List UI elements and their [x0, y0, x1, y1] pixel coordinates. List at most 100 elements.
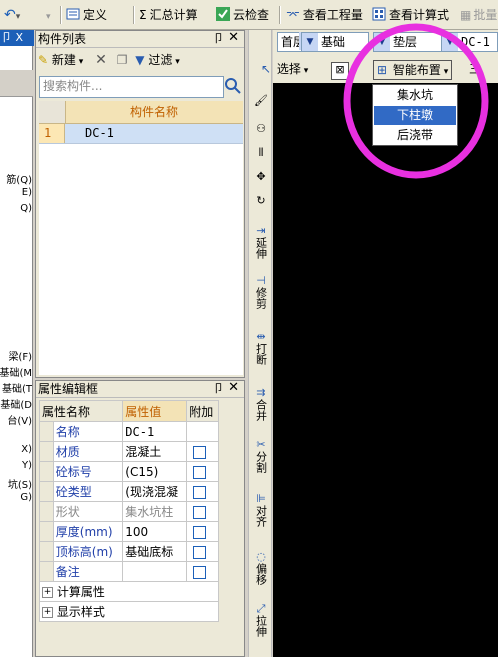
tree-item[interactable]: 坑(S)	[8, 476, 32, 491]
property-name: 厚度(mm)	[52, 521, 124, 542]
pin-icon[interactable]: 卩	[213, 381, 224, 397]
break-icon: ⇹	[256, 330, 266, 343]
delete-icon[interactable]: ✕	[95, 52, 107, 68]
table-row[interactable]: 砼类型 (现浇混凝	[39, 481, 219, 502]
extra-checkbox[interactable]	[193, 565, 207, 579]
property-value[interactable]: 100	[122, 521, 188, 542]
property-value[interactable]: 集水坑柱	[122, 501, 188, 522]
component-list-panel: 构件列表 卩 ✕ ✎ 新建 ▾ ✕ ❐ ▼ 过滤 ▾ 搜索构件... 构件名称 …	[35, 30, 245, 378]
new-button[interactable]: ✎ 新建 ▾	[38, 53, 87, 67]
column-header-component-name[interactable]: 构件名称	[65, 101, 243, 123]
highlight-ring	[343, 23, 489, 179]
table-row[interactable]: 1 DC-1	[39, 124, 243, 144]
property-value[interactable]: (现浇混凝	[122, 481, 188, 502]
table-row[interactable]: 砼标号 (C15)	[39, 461, 219, 482]
offset-button[interactable]: ◌ 偏移	[249, 550, 273, 588]
sum-calc-label: 汇总计算	[149, 8, 198, 22]
component-search-input[interactable]: 搜索构件...	[39, 76, 224, 98]
property-table: 属性名称 属性值 附加 名称 DC-1 材质 混凝土 砼标号 (C15) 砼类型…	[38, 400, 219, 622]
tree-item[interactable]: X)	[21, 444, 32, 455]
select-label: 选择	[276, 62, 301, 76]
extra-checkbox[interactable]	[193, 525, 207, 539]
tree-item[interactable]: 基础(T	[2, 380, 32, 395]
property-name: 砼类型	[52, 481, 124, 502]
cloud-check-button[interactable]: 云检查	[216, 6, 269, 24]
undo-button[interactable]: ↶▾	[4, 6, 20, 24]
tree-item[interactable]: Q)	[20, 203, 32, 214]
close-icon[interactable]: ✕	[228, 380, 239, 396]
property-value[interactable]: (C15)	[122, 461, 188, 482]
undo-icon: ↶	[4, 7, 16, 23]
move-icon[interactable]: ✥	[249, 170, 273, 183]
trim-button[interactable]: ⊣ 修剪	[249, 274, 273, 312]
define-icon	[66, 7, 80, 21]
extend-label: 延伸	[254, 237, 268, 259]
break-button[interactable]: ⇹ 打断	[249, 330, 273, 368]
pin-icon[interactable]: 卩	[213, 31, 224, 47]
split-button[interactable]: ✂ 分割	[249, 438, 273, 476]
table-row[interactable]: 名称 DC-1	[39, 421, 219, 442]
property-group-row[interactable]: + 显示样式	[39, 601, 219, 622]
tree-item[interactable]: E)	[22, 187, 32, 198]
filter-button[interactable]: ▼ 过滤 ▾	[135, 53, 179, 67]
tree-item[interactable]: 梁(F)	[8, 348, 32, 363]
property-group-row[interactable]: + 计算属性	[39, 581, 219, 602]
align-icon: ⊫	[256, 492, 266, 505]
select-button[interactable]: ↖ 选择 ▾	[261, 60, 308, 78]
row-index: 1	[39, 124, 65, 143]
property-value[interactable]: 基础底标	[122, 541, 188, 562]
align-label: 对齐	[254, 505, 268, 527]
extra-checkbox[interactable]	[193, 445, 207, 459]
property-name: 顶标高(m)	[52, 541, 124, 562]
table-row[interactable]: 顶标高(m) 基础底标	[39, 541, 219, 562]
tree-panel-toolbar	[0, 70, 33, 97]
tree-item[interactable]: 基础(D	[0, 396, 32, 411]
property-table-header: 属性名称 属性值 附加	[38, 400, 219, 422]
component-list-title-bar: 构件列表 卩 ✕	[36, 30, 244, 48]
expand-icon[interactable]: +	[42, 587, 53, 598]
extra-checkbox[interactable]	[193, 485, 207, 499]
tree-item[interactable]: Y)	[22, 460, 32, 471]
property-value[interactable]	[122, 561, 188, 582]
extra-checkbox[interactable]	[193, 505, 207, 519]
property-editor-title: 属性编辑框	[38, 382, 99, 396]
align-button[interactable]: ⊫ 对齐	[249, 492, 273, 530]
tree-item[interactable]: 筋(Q)	[6, 171, 32, 186]
close-icon[interactable]: ✕	[228, 30, 239, 46]
component-list-toolbar: ✎ 新建 ▾ ✕ ❐ ▼ 过滤 ▾	[38, 51, 180, 71]
expand-icon[interactable]: +	[42, 607, 53, 618]
property-value[interactable]: DC-1	[122, 421, 188, 442]
copy-tool-icon[interactable]: ⚇	[249, 122, 273, 135]
table-row[interactable]: 材质 混凝土	[39, 441, 219, 462]
merge-button[interactable]: ⇉ 合并	[249, 386, 273, 424]
tree-item[interactable]: 台(V)	[7, 412, 32, 427]
stretch-button[interactable]: ⤢ 拉伸	[249, 602, 273, 640]
break-label: 打断	[254, 343, 268, 365]
table-row[interactable]: 备注	[39, 561, 219, 582]
rotate-icon[interactable]: ↻	[249, 194, 273, 207]
vertical-edit-toolbar: 🖌 ⚇ ⫴ ✥ ↻ ⇥ 延伸 ⊣ 修剪 ⇹ 打断 ⇉ 合并 ✂ 分割 ⊫ 对齐 …	[248, 30, 272, 657]
define-label: 定义	[83, 8, 108, 22]
sum-calc-button[interactable]: Σ 汇总计算	[139, 6, 198, 24]
redo-dropdown-icon: ▾	[46, 12, 51, 22]
table-row[interactable]: 厚度(mm) 100	[39, 521, 219, 542]
tree-item[interactable]: 基础(M	[0, 364, 32, 379]
extend-icon: ⇥	[256, 224, 266, 237]
mirror-icon[interactable]: ⫴	[249, 146, 273, 159]
tree-item[interactable]: G)	[20, 492, 32, 503]
component-list-title: 构件列表	[38, 32, 87, 46]
define-button[interactable]: 定义	[66, 6, 107, 24]
table-row[interactable]: 形状 集水坑柱	[39, 501, 219, 522]
extra-checkbox[interactable]	[193, 545, 207, 559]
redo-button[interactable]: ▾	[46, 6, 51, 24]
extend-button[interactable]: ⇥ 延伸	[249, 224, 273, 262]
property-value[interactable]: 混凝土	[122, 441, 188, 462]
extra-checkbox[interactable]	[193, 465, 207, 479]
search-icon[interactable]	[223, 76, 243, 96]
property-name: 备注	[52, 561, 124, 582]
copy-icon[interactable]: ❐	[117, 53, 128, 67]
brush-icon[interactable]: 🖌	[249, 94, 273, 107]
new-icon: ✎	[38, 53, 49, 67]
glasses-icon: ⌤	[286, 8, 300, 22]
stretch-label: 拉伸	[254, 615, 268, 637]
